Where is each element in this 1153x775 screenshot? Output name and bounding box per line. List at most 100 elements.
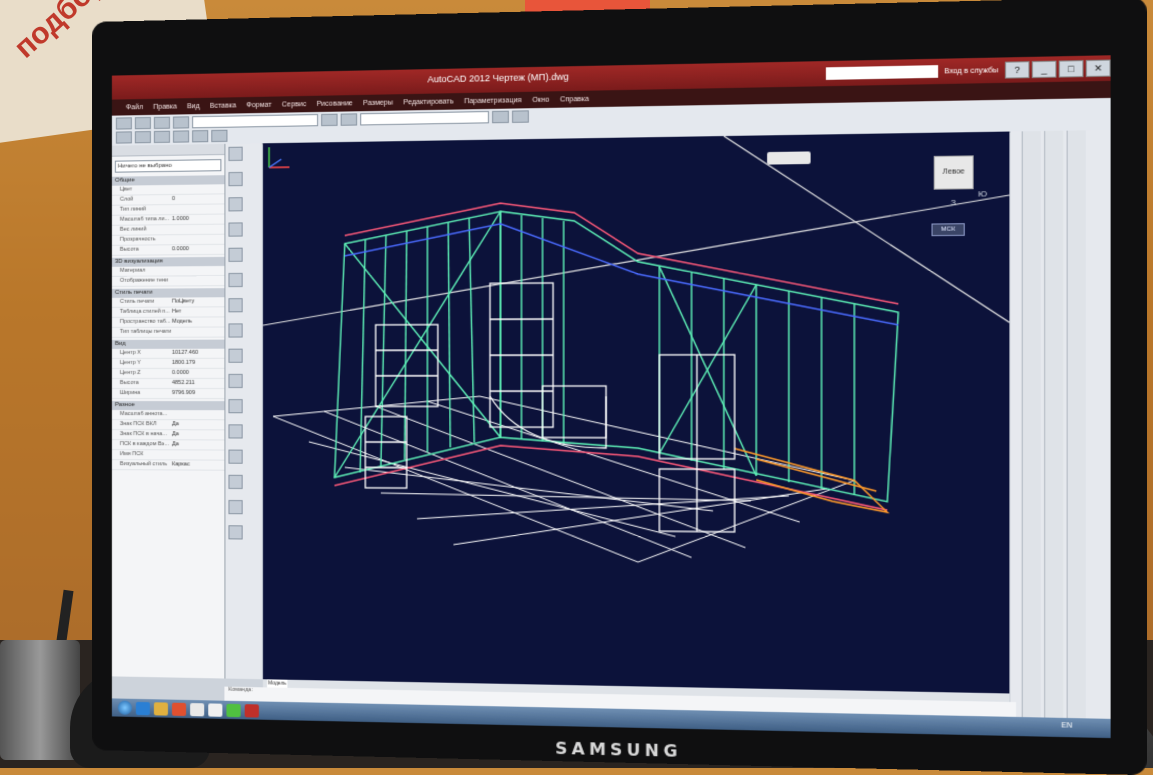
undo-icon[interactable] xyxy=(321,114,337,126)
open-file-icon[interactable] xyxy=(135,117,151,129)
model-viewport[interactable]: Левое З Ю МСК xyxy=(263,132,1009,694)
zoom-icon[interactable] xyxy=(135,131,151,143)
property-value[interactable] xyxy=(172,410,224,419)
menu-parametric[interactable]: Параметризация xyxy=(464,97,522,105)
rectangle-icon[interactable] xyxy=(228,248,242,262)
property-row[interactable]: Центр Y1800.179 xyxy=(112,359,225,369)
menu-view[interactable]: Вид xyxy=(187,103,200,110)
right-toolbar-1[interactable] xyxy=(1022,131,1041,737)
property-value[interactable] xyxy=(172,276,224,285)
arc-icon[interactable] xyxy=(228,222,242,236)
property-row[interactable]: Имя ПСК xyxy=(112,450,225,461)
property-row[interactable]: Визуальный стильКаркас xyxy=(112,460,225,471)
hatch-icon[interactable] xyxy=(228,273,242,287)
property-value[interactable]: ПоЦвету xyxy=(172,297,224,306)
green-app-icon[interactable] xyxy=(226,703,240,716)
property-value[interactable] xyxy=(172,204,224,214)
explode-icon[interactable] xyxy=(228,525,242,539)
property-value[interactable]: 1.0000 xyxy=(172,215,224,225)
media-player-icon[interactable] xyxy=(172,702,186,715)
viewcube-face[interactable]: Левое xyxy=(934,155,974,189)
viewport-controls[interactable] xyxy=(767,151,811,164)
property-value[interactable] xyxy=(172,235,224,245)
property-row[interactable]: ПСК в каждом Вэ...Да xyxy=(112,440,225,450)
property-value[interactable]: 4852.211 xyxy=(172,379,224,388)
property-row[interactable]: Ширина9796.909 xyxy=(112,389,225,399)
start-button[interactable] xyxy=(118,701,132,715)
text-icon[interactable] xyxy=(228,298,242,312)
property-value[interactable]: 0.0000 xyxy=(172,245,224,255)
workspace-select[interactable] xyxy=(192,114,318,128)
property-value[interactable]: 0 xyxy=(172,194,224,204)
property-value[interactable]: 9796.909 xyxy=(172,389,224,398)
viewcube[interactable]: Левое xyxy=(925,149,976,198)
menu-modify[interactable]: Редактировать xyxy=(403,98,453,106)
print-icon[interactable] xyxy=(173,116,189,128)
property-value[interactable]: 10127.460 xyxy=(172,349,224,358)
right-toolbar-3[interactable] xyxy=(1067,130,1086,737)
maximize-button[interactable]: □ xyxy=(1059,60,1084,78)
scale-icon[interactable] xyxy=(228,424,242,438)
close-button[interactable]: ✕ xyxy=(1086,60,1111,78)
explorer-folder-icon[interactable] xyxy=(154,702,168,715)
menu-tools[interactable]: Сервис xyxy=(282,101,306,109)
fillet-icon[interactable] xyxy=(228,500,242,514)
language-indicator[interactable]: EN xyxy=(1061,722,1072,730)
property-value[interactable]: Нет xyxy=(172,307,224,316)
property-row[interactable]: Тип таблицы печати xyxy=(112,327,225,337)
menu-edit[interactable]: Правка xyxy=(153,103,177,110)
property-value[interactable]: Каркас xyxy=(172,460,224,469)
redo-icon[interactable] xyxy=(341,113,357,125)
menu-help[interactable]: Справка xyxy=(560,95,589,103)
copy-icon[interactable] xyxy=(228,374,242,388)
app-icon[interactable] xyxy=(208,703,222,716)
selection-dropdown[interactable]: Ничего не выбрано xyxy=(115,159,221,173)
property-row[interactable]: Высота0.0000 xyxy=(112,245,225,256)
property-value[interactable] xyxy=(172,184,224,194)
property-row[interactable]: Центр Z0.0000 xyxy=(112,369,225,379)
pan-icon[interactable] xyxy=(116,131,132,143)
property-value[interactable]: Да xyxy=(172,430,224,439)
property-row[interactable]: Высота4852.211 xyxy=(112,379,225,389)
property-row[interactable]: Стиль печатиПоЦвету xyxy=(112,297,225,308)
layer-select[interactable] xyxy=(360,111,489,125)
property-value[interactable]: 0.0000 xyxy=(172,369,224,378)
design-center-icon[interactable] xyxy=(211,130,227,142)
line-icon[interactable] xyxy=(228,147,242,161)
property-row[interactable]: Таблица стилей п...Нет xyxy=(112,307,225,318)
property-value[interactable] xyxy=(172,225,224,235)
property-section-header[interactable]: Разное xyxy=(112,401,225,410)
property-value[interactable]: 1800.179 xyxy=(172,359,224,368)
internet-explorer-icon[interactable] xyxy=(136,701,150,714)
property-value[interactable]: Да xyxy=(172,440,224,449)
match-properties-icon[interactable] xyxy=(173,130,189,142)
property-section-header[interactable]: Вид xyxy=(112,340,225,349)
search-input[interactable] xyxy=(825,65,937,80)
property-value[interactable]: Модель xyxy=(172,317,224,326)
chrome-icon[interactable] xyxy=(190,703,204,716)
circle-icon[interactable] xyxy=(228,197,242,211)
property-row[interactable]: Центр X10127.460 xyxy=(112,349,225,359)
right-toolbar-2[interactable] xyxy=(1044,131,1063,737)
block-icon[interactable] xyxy=(228,323,242,337)
color-icon[interactable] xyxy=(512,110,529,123)
save-icon[interactable] xyxy=(154,117,170,129)
menu-insert[interactable]: Вставка xyxy=(210,102,236,110)
property-value[interactable]: Да xyxy=(172,420,224,429)
menu-file[interactable]: Файл xyxy=(126,104,143,111)
orbit-icon[interactable] xyxy=(154,131,170,143)
rotate-icon[interactable] xyxy=(228,399,242,413)
menu-format[interactable]: Формат xyxy=(246,101,271,109)
wcs-menu-button[interactable]: МСК xyxy=(931,223,964,236)
property-row[interactable]: Масштаб аннота... xyxy=(112,410,225,420)
autocad-icon[interactable] xyxy=(245,704,259,717)
property-value[interactable] xyxy=(172,266,224,275)
minimize-button[interactable]: _ xyxy=(1032,61,1057,78)
help-button[interactable]: ? xyxy=(1005,61,1030,78)
property-row[interactable]: Знак ПСК ВКЛДа xyxy=(112,420,225,430)
polyline-icon[interactable] xyxy=(228,172,242,186)
property-value[interactable] xyxy=(172,327,224,336)
menu-window[interactable]: Окно xyxy=(532,96,549,104)
layer-properties-icon[interactable] xyxy=(492,111,509,124)
property-value[interactable] xyxy=(172,450,224,459)
